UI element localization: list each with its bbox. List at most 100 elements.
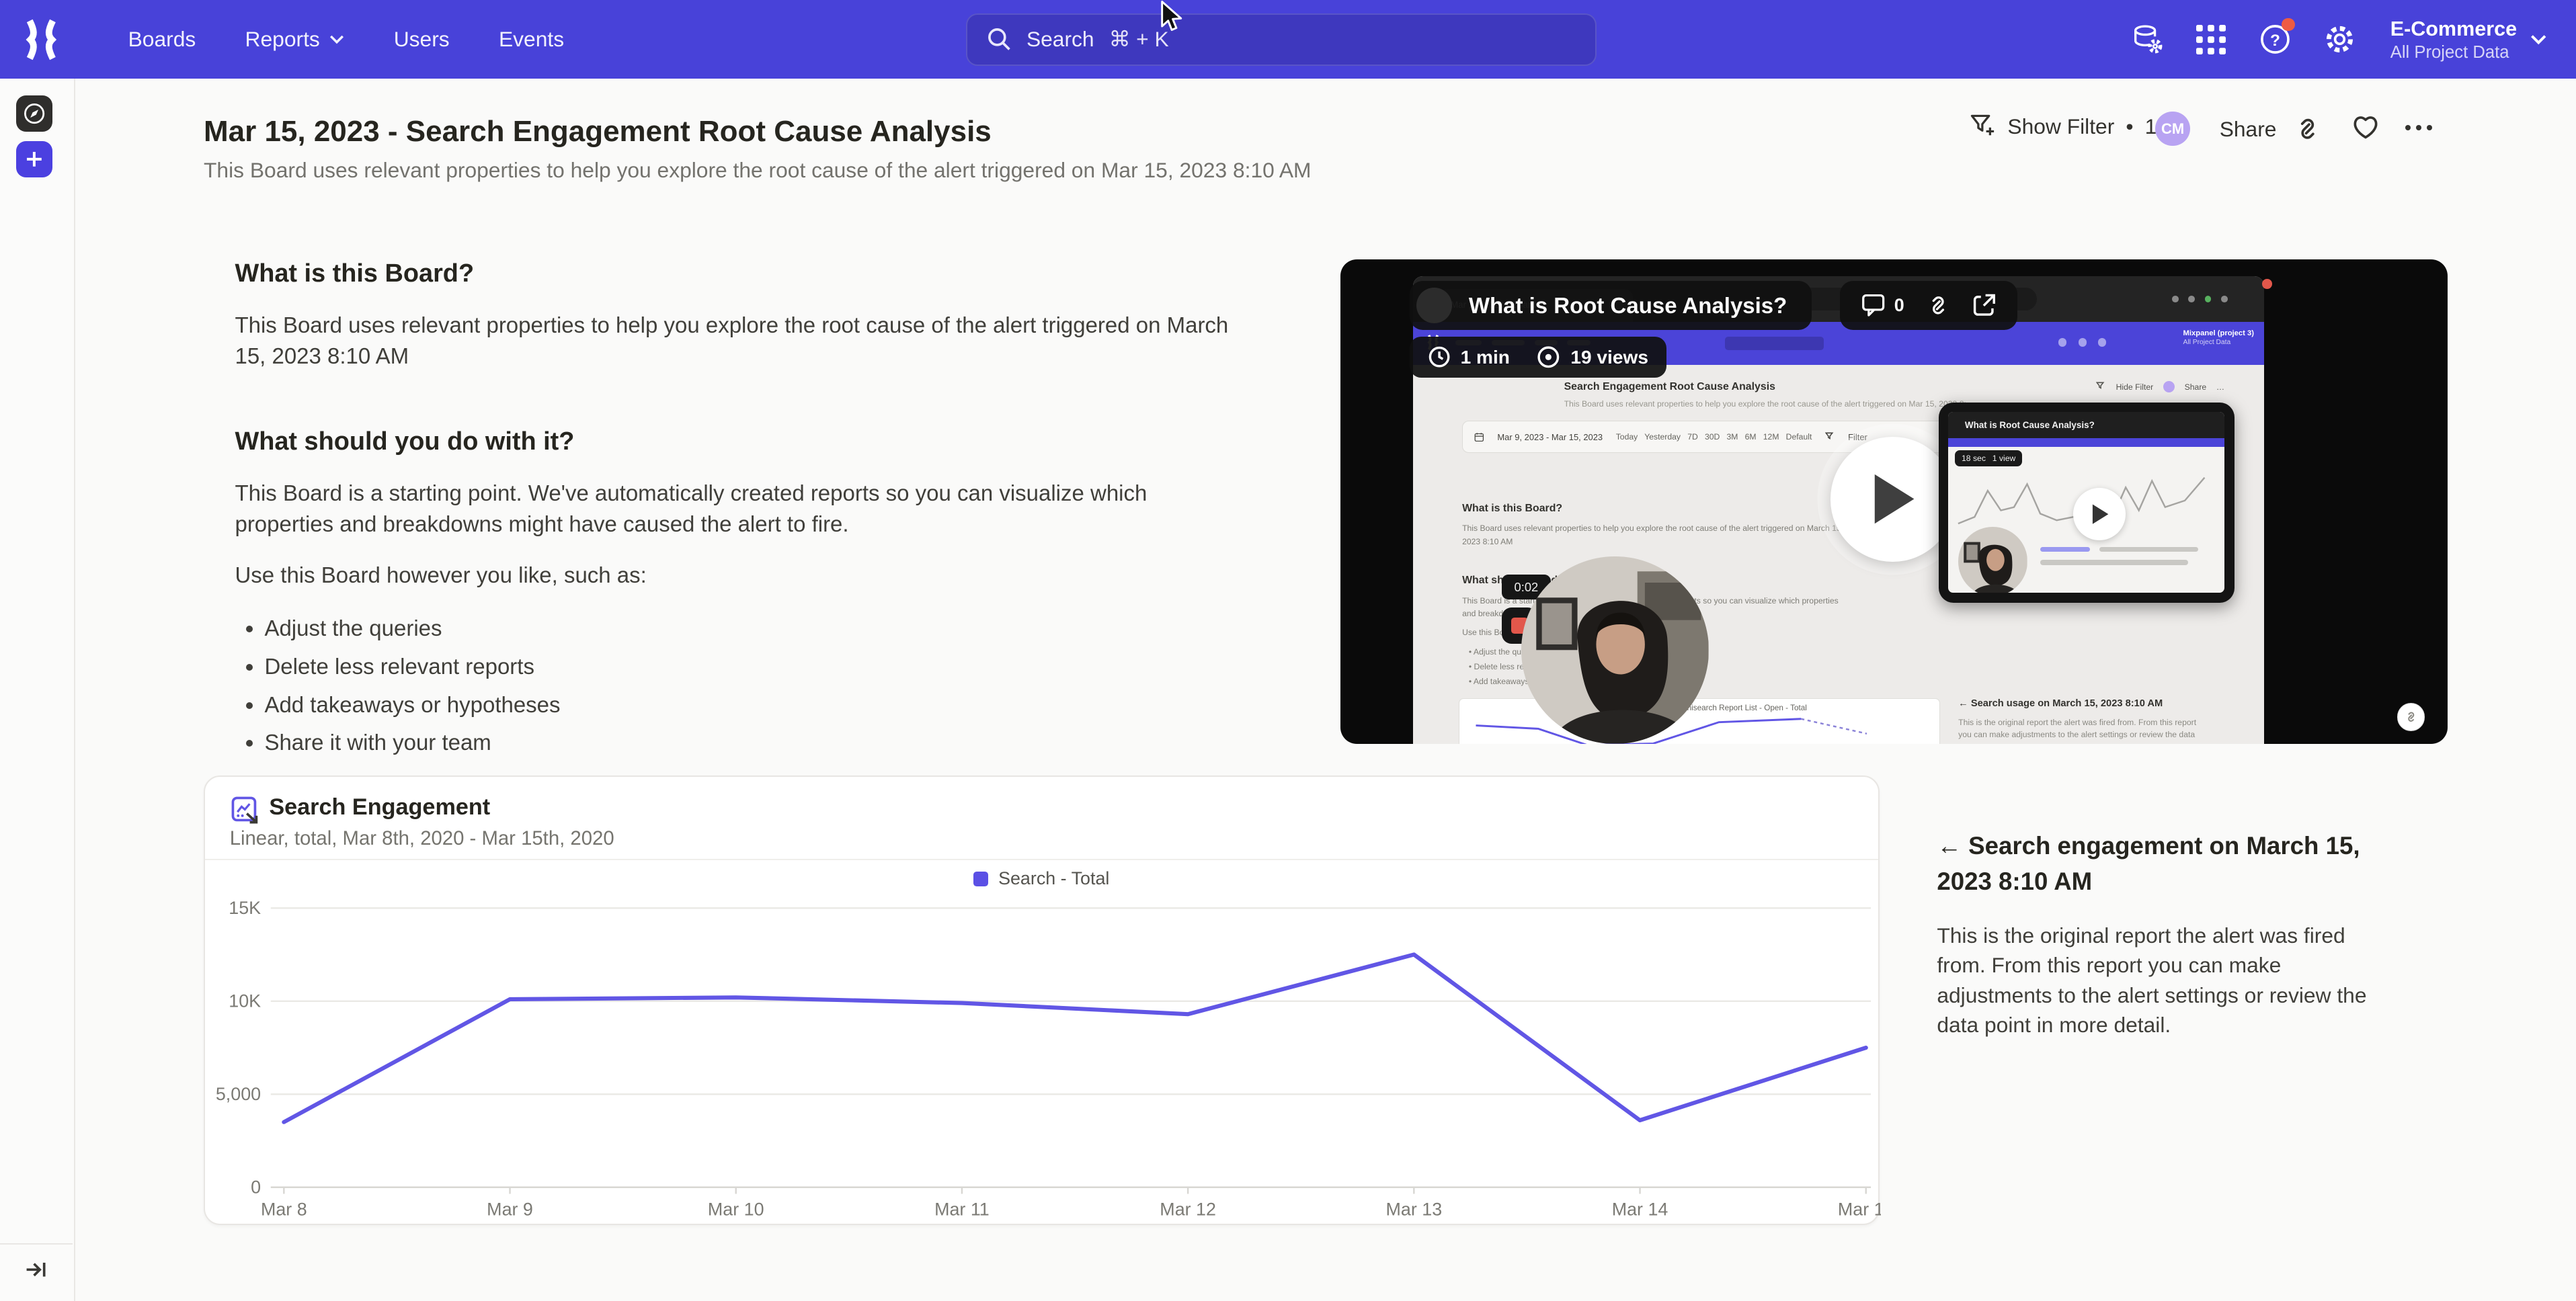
plus-icon (24, 149, 45, 170)
apps-grid-button[interactable] (2195, 23, 2228, 56)
list-item: Delete less relevant reports (264, 652, 1250, 682)
section1-title: What is this Board? (235, 259, 1250, 288)
settings-gear-button[interactable] (2323, 23, 2356, 56)
project-name: E-Commerce (2390, 16, 2517, 42)
section2-lead: Use this Board however you like, such as… (235, 560, 1250, 591)
share-button[interactable]: Share (2220, 117, 2277, 142)
page-subtitle: This Board uses relevant properties to h… (204, 158, 1312, 183)
svg-text:?: ? (2270, 32, 2280, 50)
mini-board-title: Search Engagement Root Cause Analysis (1564, 381, 1775, 393)
show-filter-button[interactable]: Show Filter • 1 (1970, 114, 2157, 140)
insights-report-icon (231, 796, 261, 826)
svg-text:10K: 10K (229, 991, 261, 1011)
nested-play-button (2073, 488, 2126, 540)
search-icon (987, 27, 1012, 52)
expand-sidebar-button[interactable] (22, 1255, 51, 1284)
primary-nav: Boards Reports Users Events (107, 17, 586, 61)
nav-item-users[interactable]: Users (372, 17, 471, 61)
nested-webcam-circle (1958, 527, 2027, 593)
svg-text:15K: 15K (229, 898, 261, 918)
svg-text:Mar 8: Mar 8 (261, 1199, 307, 1219)
views-icon (1536, 345, 1561, 370)
aside-heading: ← Search engagement on March 15, 2023 8:… (1937, 828, 2370, 899)
list-item: Add takeaways or hypotheses (264, 690, 1250, 720)
compass-icon (23, 102, 46, 125)
nav-item-events[interactable]: Events (477, 17, 586, 61)
board-intro-text: What is this Board? This Board uses rele… (235, 259, 1250, 766)
video-duration: 1 min (1461, 347, 1510, 368)
tutorial-video-player[interactable]: Mar 15, 2023 - Board Mixpane (1340, 259, 2448, 744)
mini-link-fab (2397, 703, 2425, 730)
svg-text:Mar 12: Mar 12 (1160, 1199, 1216, 1219)
data-management-button[interactable] (2131, 23, 2164, 56)
svg-text:Mar 10: Mar 10 (708, 1199, 764, 1219)
svg-text:Mar 11: Mar 11 (934, 1199, 990, 1219)
svg-text:0: 0 (251, 1177, 261, 1197)
page-title: Mar 15, 2023 - Search Engagement Root Ca… (204, 115, 992, 149)
copy-link-button[interactable] (2294, 115, 2322, 143)
mini-aside-body: This is the original report the alert wa… (1958, 716, 2205, 745)
svg-text:5,000: 5,000 (216, 1084, 261, 1104)
video-link-icon[interactable] (1926, 293, 1951, 318)
notification-dot (2282, 18, 2295, 32)
filter-dot: • (2126, 114, 2133, 139)
expand-sidebar-icon (24, 1257, 48, 1282)
section1-body: This Board uses relevant properties to h… (235, 310, 1250, 372)
comment-count: 0 (1894, 295, 1904, 316)
avatar[interactable]: CM (2155, 112, 2189, 146)
video-title-bar: What is Root Cause Analysis? (1410, 281, 1812, 330)
search-placeholder: Search (1027, 27, 1094, 52)
mouse-cursor (1160, 0, 1184, 34)
nav-item-boards[interactable]: Boards (107, 17, 217, 61)
nav-item-reports[interactable]: Reports (224, 17, 366, 61)
mini-chart-card: [Content Discovery] Omnisearch Report Li… (1459, 698, 1940, 744)
project-selector[interactable]: E-Commerce All Project Data (2390, 16, 2546, 63)
mixpanel-logo-icon[interactable] (22, 17, 61, 62)
play-icon (1868, 471, 1917, 527)
nested-video-tablet: What is Root Cause Analysis? 18 sec1 vie… (1939, 403, 2235, 603)
svg-text:Mar 9: Mar 9 (487, 1199, 533, 1219)
favorite-button[interactable] (2351, 114, 2380, 140)
svg-text:Mar 14: Mar 14 (1612, 1199, 1668, 1219)
comment-icon[interactable] (1861, 294, 1886, 317)
recording-indicator-dot (2262, 279, 2272, 289)
mini-aside-heading: ← Search usage on March 15, 2023 8:10 AM (1958, 698, 2213, 709)
rail-divider (0, 1243, 73, 1245)
video-title: What is Root Cause Analysis? (1469, 293, 1787, 319)
mini-board-subtitle: This Board uses relevant properties to h… (1564, 399, 1967, 409)
suggestion-list: Adjust the queries Delete less relevant … (235, 614, 1250, 758)
open-external-icon[interactable] (1972, 293, 1997, 318)
video-author-avatar (1416, 288, 1453, 324)
report-title[interactable]: Search Engagement (269, 794, 490, 821)
mini-section1-body: This Board uses relevant properties to h… (1462, 522, 1853, 548)
video-views: 19 views (1570, 347, 1648, 368)
show-filter-label: Show Filter (2007, 114, 2114, 139)
discover-boards-button[interactable] (16, 95, 52, 132)
chevron-down-icon (2530, 34, 2546, 45)
new-board-button[interactable] (16, 141, 52, 177)
nested-video-title: What is Root Cause Analysis? (1948, 412, 2224, 438)
report-subtitle: Linear, total, Mar 8th, 2020 - Mar 15th,… (230, 827, 614, 850)
report-card-search-engagement[interactable]: Search Engagement Linear, total, Mar 8th… (204, 775, 1880, 1226)
global-search-input[interactable]: Search ⌘ + K (966, 13, 1597, 66)
mini-section1-title: What is this Board? (1462, 503, 1562, 515)
list-item: Share it with your team (264, 728, 1250, 758)
svg-text:Mar 15: Mar 15 (1838, 1199, 1881, 1219)
aside-note: ← Search engagement on March 15, 2023 8:… (1937, 828, 2370, 1040)
more-options-button[interactable] (2405, 125, 2432, 131)
svg-text:Mar 13: Mar 13 (1386, 1199, 1443, 1219)
play-button[interactable] (1830, 437, 1956, 562)
mini-toolbar: Hide Filter Share … (2096, 381, 2224, 392)
mini-line-chart (1459, 712, 1939, 744)
section2-title: What should you do with it? (235, 427, 1250, 456)
help-button[interactable]: ? (2259, 23, 2292, 56)
video-stats: 1 min 19 views (1410, 337, 1666, 378)
project-scope: All Project Data (2390, 42, 2517, 63)
video-actions: 0 (1840, 281, 2017, 330)
app-root: Boards Reports Users Events Search ⌘ + K (0, 0, 2576, 1301)
mini-project-selector: Mixpanel (project 3) All Project Data (2183, 329, 2255, 347)
left-rail (0, 79, 75, 1300)
nested-video-stats: 18 sec1 view (1955, 450, 2022, 466)
engagement-line-chart[interactable]: 0 5,000 10K 15K Mar 8 Mar 9 Mar 10 Mar 11 Mar 12… (205, 859, 1881, 1226)
clock-icon (1428, 345, 1451, 368)
